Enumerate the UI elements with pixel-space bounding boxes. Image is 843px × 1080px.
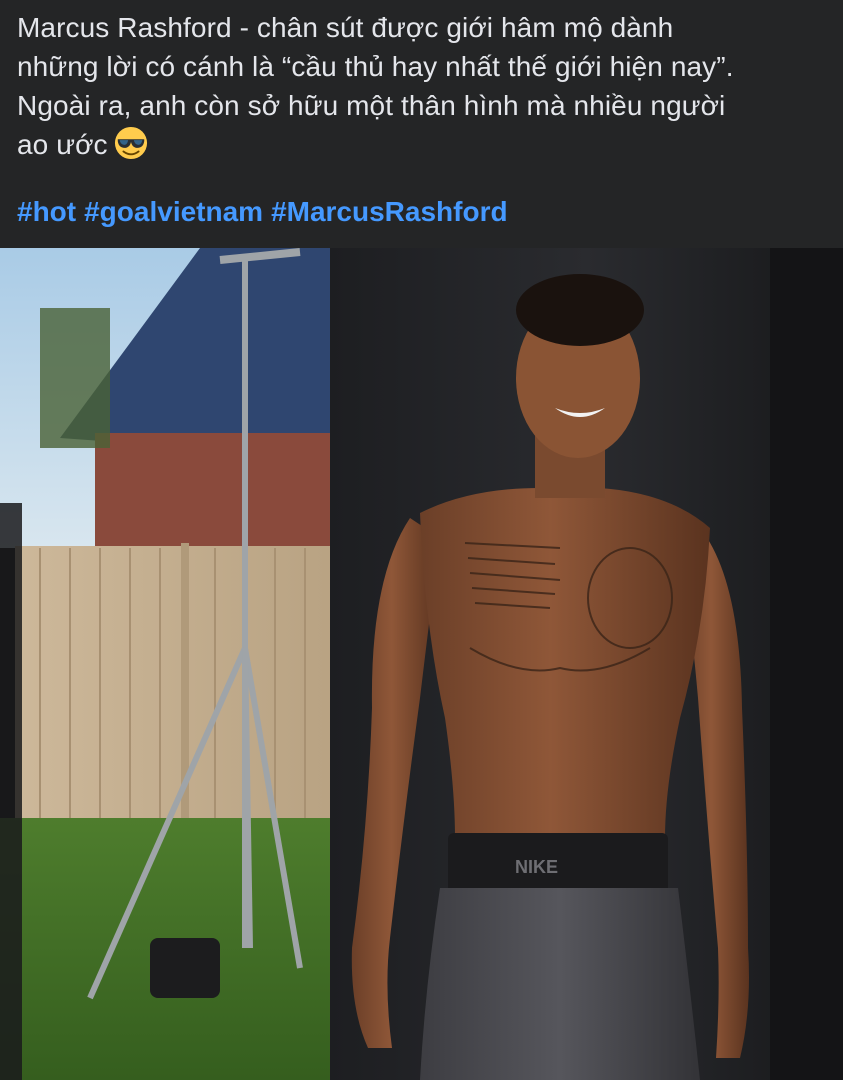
- caption-line-text: ao ước: [17, 129, 108, 160]
- sunglasses-face-emoji-icon: [114, 126, 147, 160]
- post-caption: Marcus Rashford - chân sút được giới hâm…: [17, 8, 832, 164]
- hashtag-link-hot[interactable]: #hot: [17, 196, 76, 227]
- left-dark-edge: [0, 503, 22, 1080]
- caption-line-last: ao ước: [17, 125, 832, 164]
- hashtag-list: #hot #goalvietnam #MarcusRashford: [17, 192, 516, 232]
- post-photo[interactable]: NIKE: [0, 248, 843, 1080]
- hashtag-link-goalvietnam[interactable]: #goalvietnam: [84, 196, 263, 227]
- waistband-brand: NIKE: [515, 857, 558, 877]
- post-card: Marcus Rashford - chân sút được giới hâm…: [0, 0, 843, 1080]
- camera-bag: [150, 938, 220, 998]
- backdrop-right-fold: [770, 248, 843, 1080]
- torso: [420, 488, 710, 838]
- left-tree: [40, 308, 110, 448]
- caption-line: những lời có cánh là “cầu thủ hay nhất t…: [17, 51, 734, 82]
- hashtag-link-marcusrashford[interactable]: #MarcusRashford: [271, 196, 508, 227]
- photo-illustration: NIKE: [0, 248, 843, 1080]
- house-wall: [95, 433, 340, 548]
- fence: [15, 546, 340, 821]
- shorts: [420, 888, 700, 1080]
- hair: [516, 274, 644, 346]
- caption-line: Ngoài ra, anh còn sở hữu một thân hình m…: [17, 90, 726, 121]
- caption-line: Marcus Rashford - chân sút được giới hâm…: [17, 12, 674, 43]
